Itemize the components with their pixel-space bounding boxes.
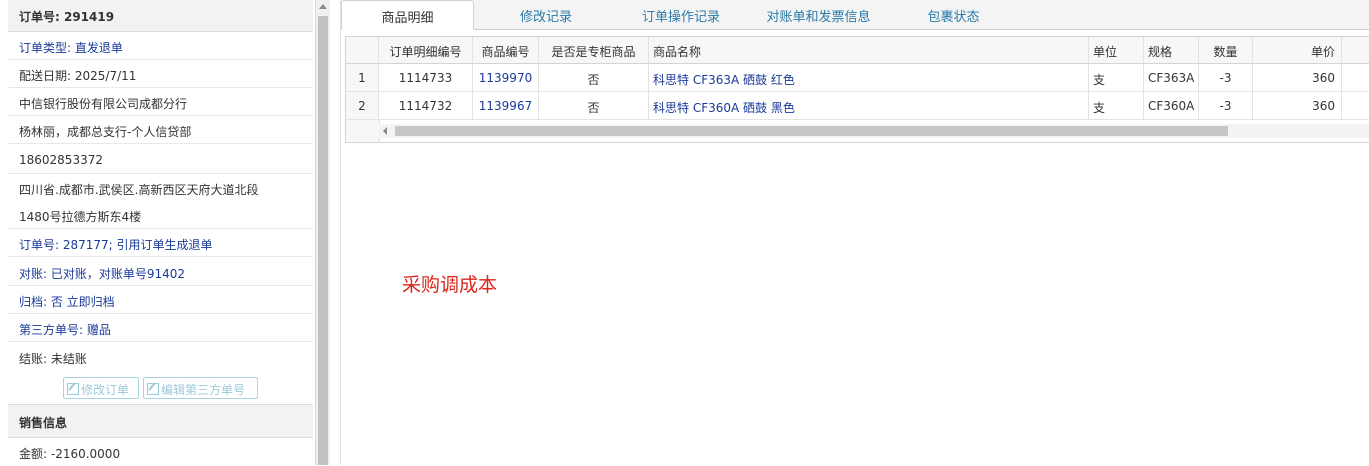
grid-corner <box>346 120 380 142</box>
delivery-date: 配送日期: 2025/7/11 <box>8 60 313 88</box>
product-name-link[interactable]: 科思特 CF360A 硒鼓 黑色 <box>649 92 1089 120</box>
unit-cell: 支 <box>1089 64 1144 92</box>
grid-horizontal-scrollbar[interactable] <box>379 124 1369 138</box>
order-info-panel: 订单号: 291419 订单类型: 直发退单 配送日期: 2025/7/11 中… <box>0 0 316 465</box>
cost-adjustment-note: 采购调成本 <box>402 274 498 296</box>
order-type: 订单类型: 直发退单 <box>8 32 313 60</box>
counter-product-cell: 否 <box>539 64 649 92</box>
tab-statement-invoice[interactable]: 对账单和发票信息 <box>756 0 881 29</box>
product-id-link[interactable]: 1139967 <box>473 92 539 120</box>
scroll-left-icon[interactable] <box>383 127 387 135</box>
spec-cell: CF363A <box>1144 64 1199 92</box>
unit-cell: 支 <box>1089 92 1144 120</box>
column-header[interactable]: 订单明细编号 <box>379 37 473 64</box>
price-cell: 360 <box>1253 92 1342 120</box>
scrollbar-thumb[interactable] <box>395 126 1228 136</box>
scroll-up-icon[interactable] <box>319 4 327 9</box>
column-header[interactable]: 商品名称 <box>649 37 1089 64</box>
row-number: 2 <box>346 92 379 120</box>
tab-package-status[interactable]: 包裹状态 <box>906 0 1001 29</box>
address-line-1: 四川省.成都市.武侯区.高新西区天府大道北段 <box>19 183 259 197</box>
detail-tabs: 商品明细 修改记录 订单操作记录 对账单和发票信息 包裹状态 <box>341 0 1369 30</box>
phone-number: 18602853372 <box>8 146 313 174</box>
tab-product-details[interactable]: 商品明细 <box>341 0 474 30</box>
splitter <box>330 0 341 465</box>
column-header[interactable]: 单位 <box>1089 37 1144 64</box>
left-panel-scrollbar[interactable] <box>316 0 330 465</box>
row-number-header <box>346 37 379 64</box>
address-line-2: 1480号拉德方斯东4楼 <box>8 201 313 229</box>
reconcile-status: 对账: 已对账，对账单号91402 <box>8 258 313 286</box>
contact-person: 杨林丽，成都总支行-个人信贷部 <box>8 116 313 144</box>
overflow-cell <box>1342 92 1369 120</box>
edit-icon <box>147 383 159 395</box>
quantity-cell: -3 <box>1199 92 1253 120</box>
column-header-overflow <box>1342 37 1369 64</box>
product-detail-grid: 订单明细编号 商品编号 是否是专柜商品 商品名称 单位 规格 数量 单价 1 1… <box>345 36 1369 143</box>
order-number-header: 订单号: 291419 <box>8 0 313 32</box>
product-name-link[interactable]: 科思特 CF363A 硒鼓 红色 <box>649 64 1089 92</box>
archive-status: 归档: 否 立即归档 <box>8 286 313 314</box>
spec-cell: CF360A <box>1144 92 1199 120</box>
detail-id-cell: 1114732 <box>379 92 473 120</box>
sales-info-header: 销售信息 <box>8 404 313 438</box>
product-id-link[interactable]: 1139970 <box>473 64 539 92</box>
column-header[interactable]: 商品编号 <box>473 37 539 64</box>
third-party-number: 第三方单号: 赠品 <box>8 314 313 342</box>
detail-id-cell: 1114733 <box>379 64 473 92</box>
company-name: 中信银行股份有限公司成都分行 <box>8 88 313 116</box>
edit-order-label: 修改订单 <box>81 383 130 397</box>
column-header[interactable]: 数量 <box>1199 37 1253 64</box>
edit-icon <box>67 383 79 395</box>
column-header[interactable]: 是否是专柜商品 <box>539 37 649 64</box>
tab-modify-log[interactable]: 修改记录 <box>491 0 601 29</box>
column-header[interactable]: 单价 <box>1253 37 1342 64</box>
settle-status: 结账: 未结账 <box>19 352 87 366</box>
edit-third-party-label: 编辑第三方单号 <box>161 383 246 397</box>
sales-amount: 金额: -2160.0000 <box>19 447 121 461</box>
row-number: 1 <box>346 64 379 92</box>
price-cell: 360 <box>1253 64 1342 92</box>
counter-product-cell: 否 <box>539 92 649 120</box>
tab-order-operation-log[interactable]: 订单操作记录 <box>623 0 739 29</box>
edit-order-button[interactable]: 修改订单 <box>63 377 139 399</box>
edit-third-party-button[interactable]: 编辑第三方单号 <box>143 377 258 399</box>
quantity-cell: -3 <box>1199 64 1253 92</box>
referenced-order: 订单号: 287177; 引用订单生成退单 <box>8 229 313 257</box>
scrollbar-thumb[interactable] <box>318 16 328 465</box>
column-header[interactable]: 规格 <box>1144 37 1199 64</box>
overflow-cell <box>1342 64 1369 92</box>
